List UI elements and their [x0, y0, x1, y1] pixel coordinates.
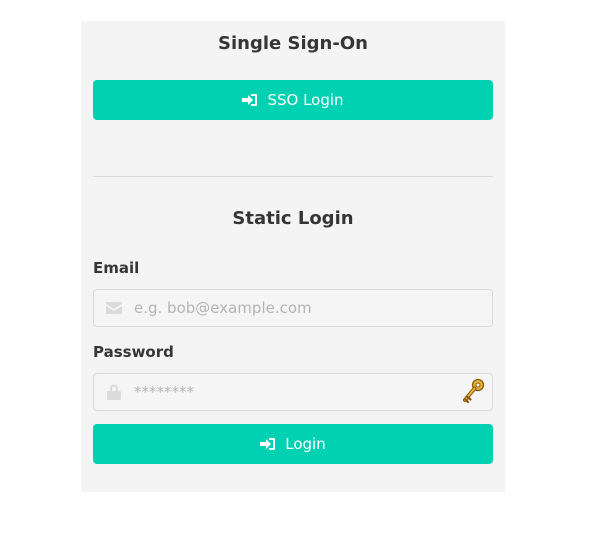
email-label: Email — [93, 259, 140, 277]
lock-icon — [106, 384, 122, 400]
email-input[interactable] — [134, 290, 444, 326]
password-input[interactable] — [134, 374, 444, 410]
sso-heading: Single Sign-On — [218, 33, 368, 54]
password-label: Password — [93, 343, 174, 361]
login-button[interactable]: Login — [93, 424, 493, 464]
envelope-icon — [106, 300, 122, 316]
static-login-heading: Static Login — [232, 208, 354, 229]
sso-login-button[interactable]: SSO Login — [93, 80, 493, 120]
key-icon[interactable] — [461, 378, 487, 406]
sign-in-icon — [260, 437, 276, 451]
sso-login-label: SSO Login — [267, 91, 344, 109]
login-button-label: Login — [285, 435, 326, 453]
sign-in-icon — [242, 93, 258, 107]
email-field-wrapper — [93, 289, 493, 327]
password-field-wrapper — [93, 373, 493, 411]
login-panel: Single Sign-On SSO Login Static Login Em… — [81, 21, 505, 492]
section-divider — [93, 176, 493, 177]
